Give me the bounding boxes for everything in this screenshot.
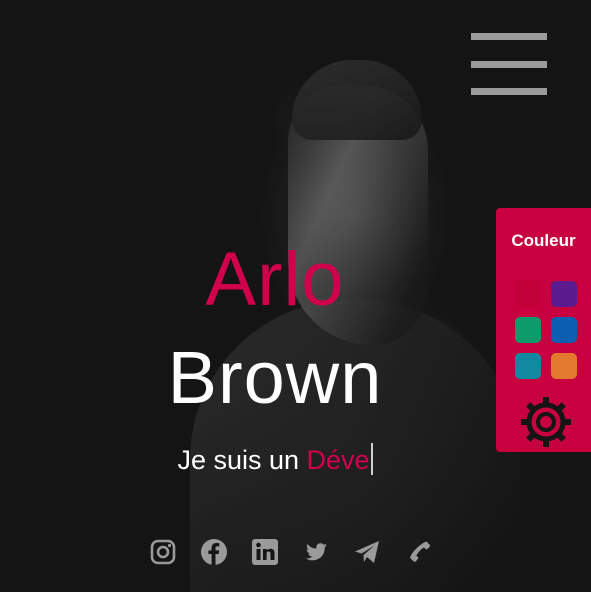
swatch-blue[interactable] bbox=[551, 317, 577, 343]
telegram-link[interactable] bbox=[352, 537, 382, 567]
twitter-icon bbox=[305, 543, 327, 561]
swatch-purple[interactable] bbox=[551, 281, 577, 307]
swatch-crimson[interactable] bbox=[515, 281, 541, 307]
tagline-typed-text: Déve bbox=[306, 445, 370, 475]
telegram-icon bbox=[355, 541, 379, 563]
social-links bbox=[148, 534, 433, 570]
swatch-teal[interactable] bbox=[515, 353, 541, 379]
phone-link[interactable] bbox=[403, 537, 433, 567]
hero-tagline: Je suis un Déve bbox=[0, 443, 550, 476]
instagram-link[interactable] bbox=[148, 537, 178, 567]
linkedin-link[interactable] bbox=[250, 537, 280, 567]
swatch-green[interactable] bbox=[515, 317, 541, 343]
hero-last-name: Brown bbox=[167, 336, 383, 419]
linkedin-icon bbox=[252, 539, 278, 565]
color-panel-title: Couleur bbox=[511, 231, 576, 250]
color-switcher-panel: Couleur bbox=[496, 208, 591, 452]
hamburger-icon-bar-bottom bbox=[471, 88, 547, 95]
twitter-link[interactable] bbox=[301, 537, 331, 567]
hero-first-name: Arlo bbox=[205, 237, 345, 322]
gear-icon bbox=[521, 397, 571, 447]
instagram-icon bbox=[150, 539, 176, 565]
hamburger-icon-bar-top bbox=[471, 33, 547, 40]
hamburger-icon-bar-middle bbox=[471, 60, 547, 68]
settings-toggle-button[interactable] bbox=[520, 396, 572, 448]
facebook-link[interactable] bbox=[199, 537, 229, 567]
phone-icon bbox=[410, 541, 431, 562]
swatch-orange[interactable] bbox=[551, 353, 577, 379]
facebook-icon bbox=[201, 539, 227, 565]
tagline-prefix: Je suis un bbox=[177, 445, 307, 475]
typing-cursor bbox=[370, 443, 373, 475]
hamburger-menu-button[interactable] bbox=[471, 33, 547, 95]
